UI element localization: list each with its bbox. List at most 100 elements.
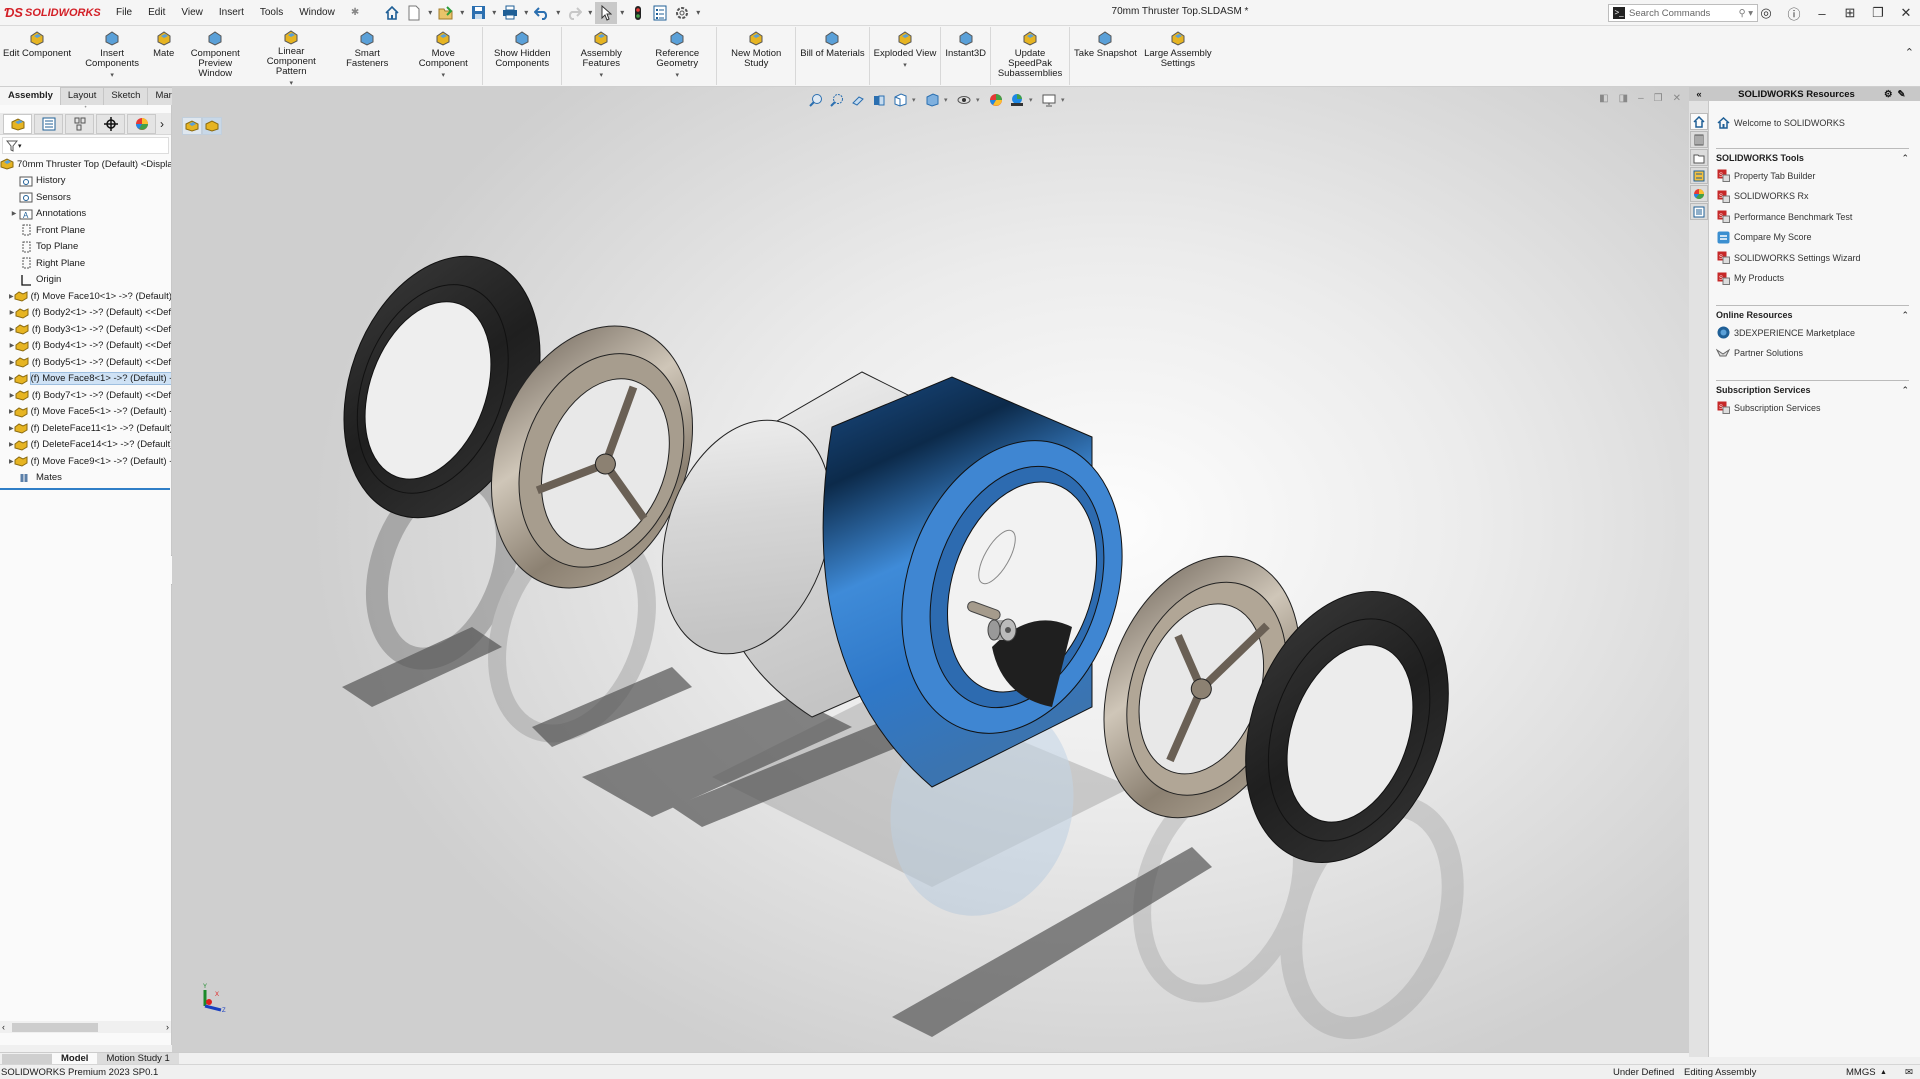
menu-view[interactable]: View xyxy=(173,7,211,18)
design-library-icon[interactable] xyxy=(1690,131,1708,148)
collapse-section-icon[interactable]: ⌃ xyxy=(1901,153,1909,164)
right-bushing[interactable] xyxy=(987,618,1017,642)
motion-nav-buttons[interactable] xyxy=(2,1053,52,1064)
previous-view-icon[interactable] xyxy=(849,92,867,108)
snapshot-button[interactable]: Take Snapshot xyxy=(1071,26,1140,86)
tile-icon[interactable]: ⊞ xyxy=(1836,5,1864,21)
options-icon[interactable] xyxy=(671,2,693,24)
task-pane-link[interactable]: S SOLIDWORKS Settings Wizard xyxy=(1710,248,1920,269)
message-icon[interactable]: ✉ xyxy=(1905,1067,1913,1078)
options-dropdown[interactable]: ▾ xyxy=(693,8,703,17)
speedpak-button[interactable]: Update SpeedPak Subassemblies xyxy=(992,26,1068,86)
viewport-restore-icon[interactable]: ❐ xyxy=(1654,93,1663,104)
tree-item[interactable]: History xyxy=(0,173,171,190)
zoom-to-fit-icon[interactable] xyxy=(807,92,825,108)
resources-home-icon[interactable] xyxy=(1690,113,1708,130)
view-orientation-dropdown[interactable]: ▾ xyxy=(912,96,920,104)
command-dropdown-icon[interactable]: ▾ xyxy=(675,71,679,81)
section-view-icon[interactable] xyxy=(870,92,888,108)
view-orientation-icon[interactable] xyxy=(891,92,909,108)
collapse-task-pane-icon[interactable]: « xyxy=(1689,89,1709,100)
hide-show-items-icon[interactable] xyxy=(955,92,973,108)
appearances-icon[interactable] xyxy=(1690,185,1708,202)
open-icon[interactable] xyxy=(435,2,457,24)
help-icon[interactable]: ⓘ xyxy=(1780,4,1808,23)
breadcrumb-assembly-icon[interactable] xyxy=(182,117,202,135)
tab-motion-study-1[interactable]: Motion Study 1 xyxy=(97,1052,179,1065)
task-pane-link[interactable]: Partner Solutions xyxy=(1710,343,1920,364)
command-dropdown-icon[interactable]: ▾ xyxy=(110,71,114,81)
task-pane-link[interactable]: S SOLIDWORKS Rx xyxy=(1710,186,1920,207)
print-icon[interactable] xyxy=(499,2,521,24)
tree-item[interactable]: Top Plane xyxy=(0,239,171,256)
tree-item[interactable]: ▶ (f) Body4<1> ->? (Default) <<Def xyxy=(0,338,171,355)
account-icon[interactable]: ◎ xyxy=(1752,5,1780,21)
edit-component-button[interactable]: Edit Component xyxy=(0,26,74,86)
tab-sketch[interactable]: Sketch xyxy=(103,87,149,105)
scroll-left-icon[interactable]: ‹ xyxy=(2,1022,5,1032)
task-pane-section-header[interactable]: Online Resources ⌃ xyxy=(1716,304,1909,323)
tree-item[interactable]: ▶ (f) DeleteFace11<1> ->? (Default) xyxy=(0,420,171,437)
tree-root[interactable]: 70mm Thruster Top (Default) <Display xyxy=(0,156,171,173)
exploded-view-button[interactable]: Exploded View ▾ xyxy=(871,26,940,86)
collapse-section-icon[interactable]: ⌃ xyxy=(1901,310,1909,321)
tree-item[interactable]: ▶ (f) Body3<1> ->? (Default) <<Def xyxy=(0,321,171,338)
custom-properties-icon[interactable] xyxy=(1690,203,1708,220)
tab-assembly[interactable]: Assembly xyxy=(0,87,61,105)
display-style-icon[interactable] xyxy=(923,92,941,108)
model-scene[interactable] xyxy=(172,87,1689,1057)
viewport-minimize-icon[interactable]: – xyxy=(1638,93,1644,104)
task-pane-link[interactable]: S Performance Benchmark Test xyxy=(1710,207,1920,228)
display-style-dropdown[interactable]: ▾ xyxy=(944,96,952,104)
scroll-right-icon[interactable]: › xyxy=(166,1022,169,1032)
task-pane-link[interactable]: S My Products xyxy=(1710,268,1920,289)
undo-icon[interactable] xyxy=(531,2,553,24)
tree-item[interactable]: Right Plane xyxy=(0,255,171,272)
menu-window[interactable]: Window xyxy=(291,7,343,18)
configurationmanager-tab[interactable] xyxy=(65,113,94,134)
more-tabs-icon[interactable]: › xyxy=(160,117,164,131)
pin-task-pane-icon[interactable]: ✎ xyxy=(1898,89,1906,100)
solidworks-logo[interactable]: ƊS SOLIDWORKS xyxy=(4,5,104,20)
restore-icon[interactable]: ❐ xyxy=(1864,5,1892,21)
task-pane-link[interactable]: S Subscription Services xyxy=(1710,398,1920,419)
apply-scene-icon[interactable] xyxy=(1008,92,1026,108)
assembly-features-button[interactable]: Assembly Features ▾ xyxy=(563,26,639,86)
units-dropdown-icon[interactable]: ▲ xyxy=(1880,1069,1887,1076)
expand-arrow-icon[interactable]: ▶ xyxy=(9,210,19,217)
panel-grip[interactable]: • xyxy=(0,105,171,113)
tree-filter[interactable]: ▾ xyxy=(2,137,169,154)
zoom-to-area-icon[interactable] xyxy=(828,92,846,108)
apply-scene-dropdown[interactable]: ▾ xyxy=(1029,96,1037,104)
tree-item[interactable]: Sensors xyxy=(0,189,171,206)
file-explorer-icon[interactable] xyxy=(1690,149,1708,166)
command-dropdown-icon[interactable]: ▾ xyxy=(599,71,603,81)
tree-item[interactable]: ▶ (f) Body2<1> ->? (Default) <<Def xyxy=(0,305,171,322)
save-icon[interactable] xyxy=(467,2,489,24)
search-icon[interactable]: ⚲ ▾ xyxy=(1739,8,1753,19)
tree-item[interactable]: ▶ A Annotations xyxy=(0,206,171,223)
horizontal-scrollbar[interactable]: ‹ › xyxy=(0,1021,171,1033)
menu-edit[interactable]: Edit xyxy=(140,7,173,18)
view-settings-dropdown[interactable]: ▾ xyxy=(1061,96,1069,104)
tree-item[interactable]: Front Plane xyxy=(0,222,171,239)
select-icon[interactable] xyxy=(595,1,618,24)
task-pane-section-header[interactable]: Subscription Services ⌃ xyxy=(1716,379,1909,398)
undo-dropdown[interactable]: ▾ xyxy=(553,8,563,17)
edit-appearance-icon[interactable] xyxy=(987,92,1005,108)
print-dropdown[interactable]: ▾ xyxy=(521,8,531,17)
dimxpert-tab[interactable] xyxy=(96,113,125,134)
close-icon[interactable]: ✕ xyxy=(1892,5,1920,21)
save-dropdown[interactable]: ▾ xyxy=(489,8,499,17)
propertymanager-tab[interactable] xyxy=(34,113,63,134)
component-preview-button[interactable]: Component Preview Window xyxy=(177,26,253,86)
linear-pattern-button[interactable]: Linear Component Pattern ▾ xyxy=(253,26,329,87)
split-right-icon[interactable]: ◨ xyxy=(1619,93,1628,104)
viewport-close-icon[interactable]: ✕ xyxy=(1673,93,1681,104)
tree-item[interactable]: ▶ (f) Move Face10<1> ->? (Default) xyxy=(0,288,171,305)
tab-model[interactable]: Model xyxy=(52,1052,98,1065)
task-pane-link[interactable]: 3DEXPERIENCE Marketplace xyxy=(1710,323,1920,344)
select-dropdown[interactable]: ▾ xyxy=(617,8,627,17)
menu-insert[interactable]: Insert xyxy=(211,7,252,18)
insert-components-button[interactable]: Insert Components ▾ xyxy=(74,26,150,86)
